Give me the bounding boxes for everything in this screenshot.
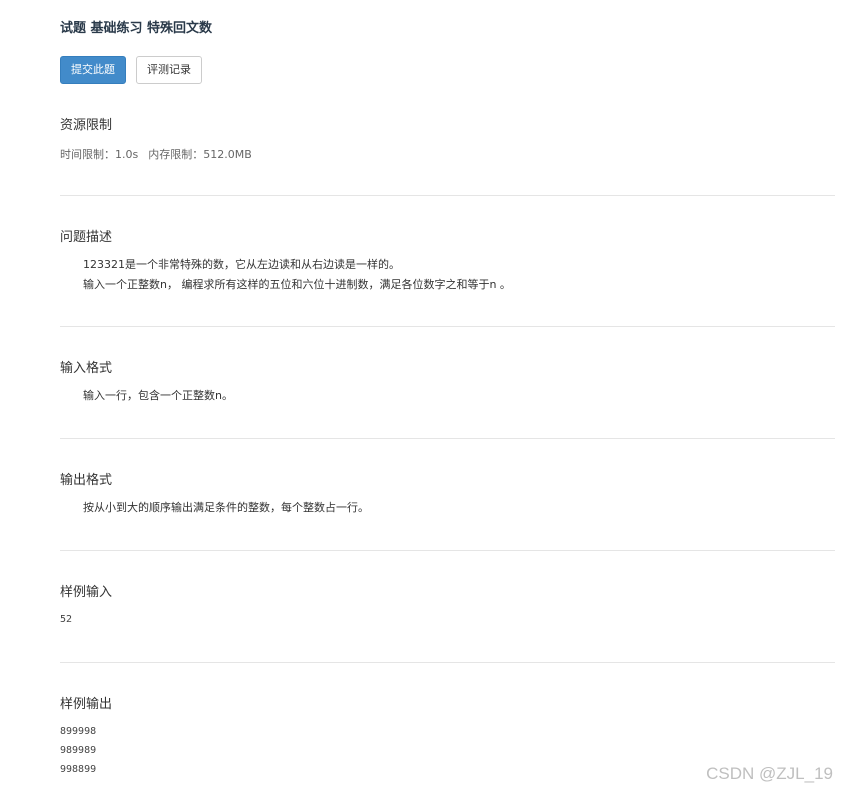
resource-limit-heading: 资源限制 bbox=[60, 118, 113, 133]
input-format-heading: 输入格式 bbox=[60, 361, 113, 376]
section-divider bbox=[60, 662, 835, 663]
time-limit: 时间限制：1.0s bbox=[60, 148, 139, 161]
section-divider bbox=[60, 550, 835, 551]
sample-output-line: 989989 bbox=[60, 745, 97, 756]
section-divider bbox=[60, 326, 835, 327]
csdn-watermark: CSDN @ZJL_19 bbox=[706, 764, 833, 783]
output-format-heading: 输出格式 bbox=[60, 473, 113, 488]
page-title: 试题 基础练习 特殊回文数 bbox=[60, 21, 213, 36]
sample-output-heading: 样例输出 bbox=[60, 697, 113, 712]
section-divider bbox=[60, 438, 835, 439]
input-format-text: 输入一行，包含一个正整数n。 bbox=[83, 389, 233, 402]
description-heading: 问题描述 bbox=[60, 230, 113, 245]
memory-limit: 内存限制：512.0MB bbox=[148, 148, 252, 161]
judge-records-button[interactable]: 评测记录 bbox=[136, 56, 202, 84]
sample-output-line: 998899 bbox=[60, 764, 97, 775]
sample-input-block: 52 bbox=[60, 610, 72, 629]
sample-input-heading: 样例输入 bbox=[60, 585, 113, 600]
sample-output-block: 899998 989989 998899 bbox=[60, 722, 96, 779]
description-line-1: 123321是一个非常特殊的数，它从左边读和从右边读是一样的。 bbox=[83, 258, 400, 271]
resource-limit-values: 时间限制：1.0s 内存限制：512.0MB bbox=[60, 146, 252, 162]
section-divider bbox=[60, 195, 835, 196]
description-line-2: 输入一个正整数n， 编程求所有这样的五位和六位十进制数，满足各位数字之和等于n … bbox=[83, 278, 511, 291]
submit-problem-button[interactable]: 提交此题 bbox=[60, 56, 126, 84]
output-format-text: 按从小到大的顺序输出满足条件的整数，每个整数占一行。 bbox=[83, 501, 369, 514]
sample-input-line: 52 bbox=[60, 614, 73, 625]
sample-output-line: 899998 bbox=[60, 726, 97, 737]
